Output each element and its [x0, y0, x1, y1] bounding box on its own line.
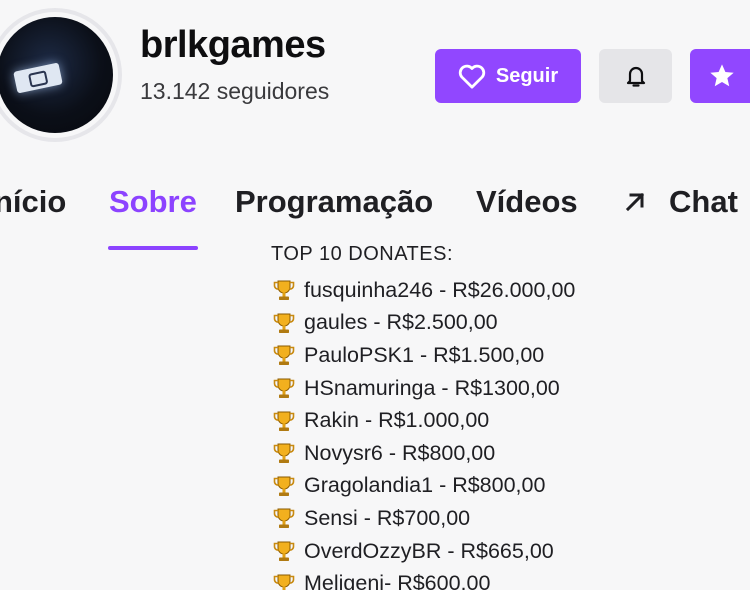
arrow-up-right-icon: [625, 192, 645, 212]
subscribe-button[interactable]: [690, 49, 750, 103]
tab-videos[interactable]: Vídeos: [476, 184, 578, 220]
follow-button-label: Seguir: [495, 64, 559, 87]
channel-name: brlkgames: [140, 24, 326, 66]
tab-chat-label: Chat: [669, 184, 738, 219]
donate-entry: HSnamuringa - R$1300,00: [304, 375, 560, 400]
trophy-icon: [273, 313, 295, 333]
avatar-logo-shape: [13, 62, 63, 94]
list-item: PauloPSK1 - R$1.500,00: [272, 339, 575, 372]
donate-entry: OverdOzzyBR - R$665,00: [304, 538, 554, 563]
trophy-icon: [273, 345, 295, 366]
donate-entry: Novysr6 - R$800,00: [304, 440, 496, 465]
donate-entry: Sensi - R$700,00: [304, 505, 471, 530]
bell-icon: [626, 66, 645, 87]
trophy-icon: [273, 508, 295, 529]
donate-entry: Gragolandia1 - R$800,00: [304, 473, 546, 498]
donates-title: TOP 10 DONATES:: [271, 243, 454, 265]
list-item: OverdOzzyBR - R$665,00: [272, 535, 575, 568]
donate-entry: Rakin - R$1.000,00: [304, 408, 490, 433]
list-item: Rakin - R$1.000,00: [272, 404, 575, 437]
list-item: Novysr6 - R$800,00: [272, 437, 575, 470]
tab-schedule[interactable]: Programação: [235, 184, 433, 220]
tab-chat[interactable]: Chat: [623, 184, 738, 220]
channel-avatar[interactable]: [0, 12, 118, 138]
list-item: Meligeni- R$600,00: [272, 567, 575, 590]
notifications-button[interactable]: [599, 49, 672, 103]
heart-icon: [458, 64, 486, 89]
list-item: fusquinha246 - R$26.000,00: [272, 274, 575, 307]
follow-button[interactable]: Seguir: [435, 49, 581, 103]
trophy-icon: [273, 378, 295, 399]
list-item: gaules - R$2.500,00: [272, 307, 575, 340]
list-item: Gragolandia1 - R$800,00: [272, 470, 575, 503]
trophy-icon: [273, 443, 295, 464]
donate-entry: Meligeni- R$600,00: [304, 571, 491, 590]
list-item: HSnamuringa - R$1300,00: [272, 372, 575, 405]
trophy-icon: [273, 280, 295, 301]
trophy-icon: [273, 476, 295, 496]
donate-entry: gaules - R$2.500,00: [304, 310, 498, 335]
trophy-icon: [273, 574, 295, 590]
list-item: Sensi - R$700,00: [272, 502, 575, 535]
trophy-icon: [273, 541, 295, 562]
follower-count: 13.142 seguidores: [140, 78, 330, 104]
trophy-icon: [273, 411, 295, 431]
tab-home[interactable]: nício: [0, 184, 66, 220]
channel-page: brlkgames 13.142 seguidores Seguir nício…: [0, 0, 750, 590]
active-tab-indicator: [108, 246, 198, 250]
donates-list: fusquinha246 - R$26.000,00 gaules - R$2.…: [272, 274, 575, 590]
tab-about[interactable]: Sobre: [109, 184, 197, 220]
avatar-image: [0, 17, 113, 133]
star-icon: [710, 64, 734, 87]
donate-entry: fusquinha246 - R$26.000,00: [304, 277, 576, 302]
donate-entry: PauloPSK1 - R$1.500,00: [304, 342, 545, 367]
